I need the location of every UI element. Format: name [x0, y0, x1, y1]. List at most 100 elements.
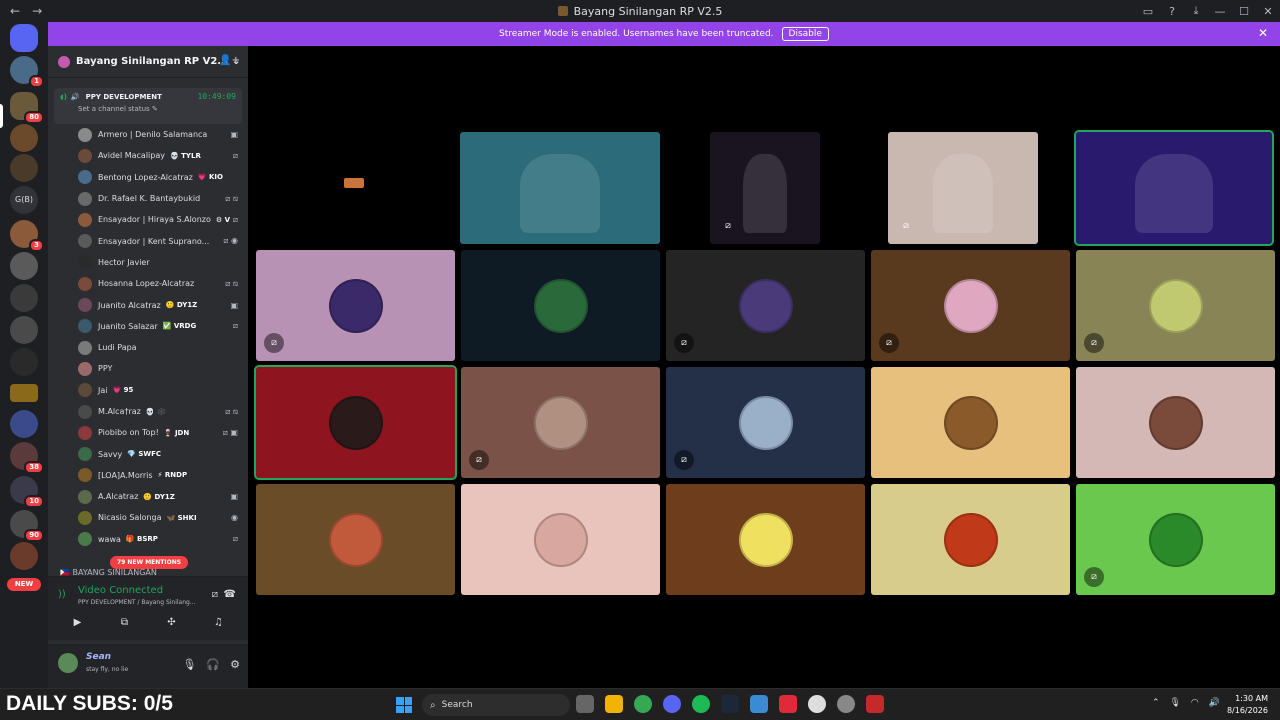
participant-tile[interactable]: ⧄ — [666, 367, 865, 478]
task-view-icon[interactable] — [576, 695, 594, 713]
voice-member[interactable]: [LOA]A.Morris ⚡ RNDP — [48, 465, 248, 486]
activities-button[interactable]: ✣ — [152, 617, 192, 635]
server-icon[interactable]: 1 — [10, 56, 44, 88]
participant-tile[interactable] — [871, 367, 1070, 478]
inbox-icon[interactable]: ▭ — [1136, 5, 1160, 18]
steam-icon[interactable] — [721, 695, 739, 713]
voice-member[interactable]: Ensayador | Hiraya S.Alonzo ⚙ V ⧄ — [48, 209, 248, 230]
participant-logo-tile[interactable] — [338, 132, 448, 244]
minimize-button[interactable]: — — [1208, 5, 1232, 18]
maximize-button[interactable]: ☐ — [1232, 5, 1256, 18]
participant-tile[interactable] — [871, 484, 1070, 595]
server-icon[interactable]: 10 — [10, 476, 44, 508]
server-icon[interactable]: 3 — [10, 220, 44, 252]
username[interactable]: Sean — [86, 652, 111, 662]
close-icon[interactable]: ✕ — [1258, 26, 1268, 40]
app-icon[interactable] — [808, 695, 826, 713]
disconnect-icon[interactable]: ☎ — [224, 589, 236, 600]
disable-button[interactable]: Disable — [781, 27, 829, 41]
participant-tile[interactable] — [1076, 367, 1275, 478]
voice-member[interactable]: Avidel Macalipay 💀 TYLR ⧄ — [48, 145, 248, 166]
participant-tile[interactable] — [666, 484, 865, 595]
participant-tile[interactable]: ⧄ — [1076, 250, 1275, 361]
screen-share-button[interactable]: ⧉ — [105, 617, 145, 635]
server-icon[interactable] — [10, 154, 38, 182]
video-tile[interactable] — [460, 132, 660, 244]
download-icon[interactable]: ⤓ — [1184, 4, 1208, 18]
wifi-icon[interactable]: ◠ — [1191, 698, 1199, 708]
voice-member[interactable]: Hector Javier — [48, 252, 248, 273]
discord-app-icon[interactable] — [663, 695, 681, 713]
voice-member[interactable]: Armero | Denilo Salamanca ▣ — [48, 124, 248, 145]
voice-member[interactable]: Dr. Rafael K. Bantaybukid ⧄ ⧅ — [48, 188, 248, 209]
participant-tile[interactable] — [254, 365, 457, 480]
voice-member[interactable]: Ludi Papa — [48, 337, 248, 358]
chrome-icon[interactable] — [634, 695, 652, 713]
file-explorer-icon[interactable] — [605, 695, 623, 713]
server-icon[interactable] — [10, 316, 38, 344]
forward-arrow-icon[interactable]: → — [32, 4, 42, 18]
microphone-icon[interactable]: 🎙 — [1169, 698, 1180, 708]
soundboard-button[interactable]: ♫ — [199, 617, 239, 635]
avatar[interactable] — [58, 653, 78, 673]
microphone-icon[interactable]: 🎙 — [182, 658, 196, 671]
camera-button[interactable]: ▶ — [58, 617, 98, 635]
voice-member[interactable]: Hosanna Lopez-Alcatraz ⧄ ⧅ — [48, 273, 248, 294]
participant-tile[interactable]: ⧄ — [1076, 484, 1275, 595]
discord-home-icon[interactable] — [10, 24, 38, 52]
participant-tile[interactable] — [461, 250, 660, 361]
voice-member[interactable]: PPY — [48, 358, 248, 379]
voice-member[interactable]: Ensayador | Kent Suprano... ⧄ ◉ — [48, 230, 248, 251]
video-tile[interactable]: ⧄ — [888, 132, 1038, 244]
participant-tile[interactable] — [461, 484, 660, 595]
voice-channel[interactable]: ◖) 🔊 PPY DEVELOPMENT 10:49:09 Set a chan… — [54, 88, 242, 124]
voice-member[interactable]: Bentong Lopez-Alcatraz 💗 KIO — [48, 167, 248, 188]
participant-tile[interactable]: ⧄ — [666, 250, 865, 361]
server-icon[interactable]: 90 — [10, 510, 44, 542]
server-icon[interactable] — [10, 124, 38, 152]
voice-member[interactable]: Nicasio Salonga 🦋 SHKI ◉ — [48, 507, 248, 528]
back-arrow-icon[interactable]: ← — [10, 4, 20, 18]
new-servers-badge[interactable]: NEW — [7, 578, 41, 591]
server-icon[interactable] — [10, 410, 38, 438]
server-icon[interactable] — [10, 384, 38, 402]
headset-icon[interactable]: 🎧 — [206, 658, 220, 671]
server-icon[interactable] — [10, 284, 38, 312]
notepad-icon[interactable] — [750, 695, 768, 713]
noise-suppression-icon[interactable]: ⧄ — [212, 589, 218, 600]
windows-start-icon[interactable] — [396, 697, 412, 713]
participant-tile[interactable]: ⧄ — [461, 367, 660, 478]
app-icon[interactable] — [866, 695, 884, 713]
video-tile[interactable] — [1074, 130, 1274, 246]
chevron-up-icon[interactable]: ⌃ — [1152, 698, 1160, 708]
server-initials[interactable]: G(B) — [10, 186, 38, 214]
close-window-button[interactable]: ✕ — [1256, 5, 1280, 18]
app-icon[interactable] — [779, 695, 797, 713]
app-icon[interactable] — [837, 695, 855, 713]
voice-member[interactable]: Jai 💗 95 — [48, 380, 248, 401]
invite-icon[interactable]: 👤+ — [219, 55, 240, 66]
signal-icon[interactable]: )) — [58, 589, 66, 600]
voice-member[interactable]: Savvy 💎 SWFC — [48, 443, 248, 464]
voice-member[interactable]: A.Alcatraz 🙂 DY1Z ▣ — [48, 486, 248, 507]
taskbar-search[interactable]: ⌕ Search — [422, 694, 570, 716]
participant-tile[interactable] — [256, 484, 455, 595]
voice-member[interactable]: Piobibo on Top! 🍷 JDN ⧄ ▣ — [48, 422, 248, 443]
server-icon-active[interactable]: 80 — [10, 92, 44, 124]
help-icon[interactable]: ? — [1160, 5, 1184, 18]
server-icon[interactable]: 38 — [10, 442, 44, 474]
voice-member[interactable]: wawa 🎁 BSRP ⧄ — [48, 529, 248, 550]
spotify-icon[interactable] — [692, 695, 710, 713]
channel-status[interactable]: Set a channel status ✎ — [60, 105, 236, 113]
participant-tile[interactable]: ⧄ — [256, 250, 455, 361]
settings-gear-icon[interactable]: ⚙ — [230, 658, 240, 671]
participant-tile[interactable]: ⧄ — [871, 250, 1070, 361]
voice-member[interactable]: Juanito Salazar ✅ VRDG ⧄ — [48, 316, 248, 337]
guild-header[interactable]: Bayang Sinilangan RP V2.5 ⌄ 👤+ — [48, 46, 248, 78]
clock[interactable]: 1:30 AM 8/16/2026 — [1227, 693, 1268, 717]
server-icon[interactable] — [10, 348, 38, 376]
server-icon[interactable] — [10, 252, 38, 280]
voice-location[interactable]: PPY DEVELOPMENT / Bayang Sinilang... — [78, 599, 196, 606]
voice-member[interactable]: M.Alca†raz 💀 🕸️ ⧄ ⧅ — [48, 401, 248, 422]
volume-icon[interactable]: 🔊 — [1209, 698, 1220, 708]
